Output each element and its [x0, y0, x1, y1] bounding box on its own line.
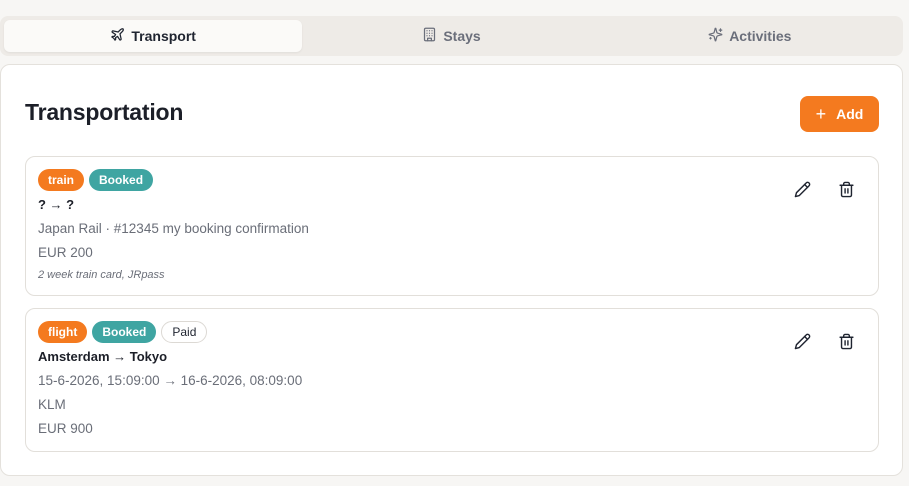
provider: Japan Rail · #12345 my booking confirmat… [38, 221, 309, 236]
type-badge: train [38, 169, 85, 191]
building-icon [422, 27, 437, 45]
trash-icon [838, 181, 854, 197]
type-badge: flight [38, 321, 88, 343]
transport-item: train Booked ? → ? Japan Rail · #12345 m… [25, 156, 879, 296]
status-badge: Booked [92, 321, 157, 343]
note: 2 week train card, JRpass [38, 269, 165, 281]
delete-button[interactable] [835, 178, 857, 200]
dates: 15-6-2026, 15:09:00 → 16-6-2026, 08:09:0… [38, 373, 303, 388]
tab-stays[interactable]: Stays [302, 20, 600, 52]
tab-transport[interactable]: Transport [4, 20, 303, 52]
route: Amsterdam → Tokyo [38, 349, 168, 364]
tab-transport-label: Transport [131, 28, 196, 44]
page-title: Transportation [25, 99, 184, 125]
add-button-label: Add [836, 106, 864, 122]
tab-stays-label: Stays [443, 28, 481, 44]
edit-button[interactable] [791, 330, 813, 352]
pencil-icon [794, 181, 810, 197]
price: EUR 900 [38, 421, 93, 436]
trash-icon [838, 333, 854, 349]
badge-row: train Booked [38, 169, 154, 191]
status-badge: Booked [89, 169, 154, 191]
badge-row: flight Booked Paid [38, 321, 208, 343]
tab-activities[interactable]: Activities [601, 20, 899, 52]
edit-button[interactable] [791, 178, 813, 200]
plane-icon [110, 27, 125, 45]
paid-badge: Paid [161, 321, 208, 343]
add-button[interactable]: + Add [800, 96, 879, 132]
delete-button[interactable] [835, 330, 857, 352]
tab-bar: Transport Stays Activities [0, 16, 903, 56]
price: EUR 200 [38, 245, 93, 260]
route: ? → ? [38, 197, 75, 212]
transportation-panel: Transportation + Add train Booked ? → ? … [0, 64, 903, 476]
pencil-icon [794, 333, 810, 349]
transport-item: flight Booked Paid Amsterdam → Tokyo 15-… [25, 308, 879, 452]
tab-activities-label: Activities [729, 28, 792, 44]
plus-icon: + [815, 104, 827, 124]
provider: KLM [38, 397, 66, 412]
sparkles-icon [708, 27, 723, 45]
